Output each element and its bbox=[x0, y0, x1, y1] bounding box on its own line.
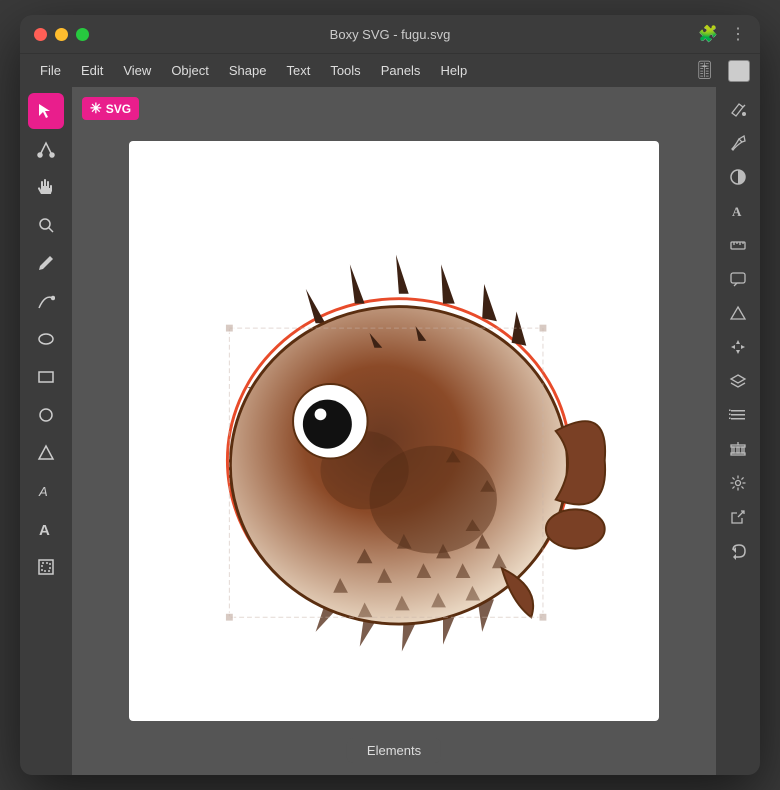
zoom-tool[interactable] bbox=[28, 207, 64, 243]
menu-shape[interactable]: Shape bbox=[219, 59, 277, 82]
extensions-icon[interactable]: 🧩 bbox=[698, 24, 718, 44]
undo-tool[interactable] bbox=[722, 535, 754, 567]
menu-edit[interactable]: Edit bbox=[71, 59, 113, 82]
triangle-tool[interactable] bbox=[28, 435, 64, 471]
menubar: File Edit View Object Shape Text Tools P… bbox=[20, 53, 760, 87]
svg-text:A: A bbox=[732, 204, 742, 219]
text-flow-tool[interactable]: A bbox=[28, 473, 64, 509]
close-button[interactable] bbox=[34, 28, 47, 41]
main-area: A A ✳ SVG bbox=[20, 87, 760, 775]
puffer-fish-svg bbox=[149, 181, 639, 681]
app-window: Boxy SVG - fugu.svg 🧩 ⋮ File Edit View O… bbox=[20, 15, 760, 775]
export-tool[interactable] bbox=[722, 501, 754, 533]
color-swatch[interactable] bbox=[728, 60, 750, 82]
menu-help[interactable]: Help bbox=[430, 59, 477, 82]
minimize-button[interactable] bbox=[55, 28, 68, 41]
ellipse-tool[interactable] bbox=[28, 321, 64, 357]
asterisk-icon: ✳ bbox=[90, 100, 102, 117]
circle-tool[interactable] bbox=[28, 397, 64, 433]
select-tool[interactable] bbox=[28, 93, 64, 129]
maximize-button[interactable] bbox=[76, 28, 89, 41]
settings-tool[interactable] bbox=[722, 467, 754, 499]
text-tool[interactable]: A bbox=[28, 511, 64, 547]
left-toolbar: A A bbox=[20, 87, 72, 775]
menu-text[interactable]: Text bbox=[276, 59, 320, 82]
elements-bar[interactable]: Elements bbox=[347, 738, 441, 763]
bank-icon[interactable] bbox=[722, 433, 754, 465]
elements-label: Elements bbox=[367, 743, 421, 758]
window-title: Boxy SVG - fugu.svg bbox=[330, 27, 451, 42]
menubar-right: 🎚 bbox=[689, 58, 750, 83]
frame-tool[interactable] bbox=[28, 549, 64, 585]
menu-file[interactable]: File bbox=[30, 59, 71, 82]
comment-tool[interactable] bbox=[722, 263, 754, 295]
paint-bucket-tool[interactable] bbox=[722, 93, 754, 125]
right-toolbar: A bbox=[716, 87, 760, 775]
traffic-lights bbox=[34, 28, 89, 41]
hand-tool[interactable] bbox=[28, 169, 64, 205]
layers-tool[interactable] bbox=[722, 365, 754, 397]
svg-tag-badge: ✳ SVG bbox=[82, 97, 139, 120]
list-tool[interactable] bbox=[722, 399, 754, 431]
contrast-icon[interactable] bbox=[722, 161, 754, 193]
svg-text:A: A bbox=[39, 522, 50, 538]
rectangle-tool[interactable] bbox=[28, 359, 64, 395]
canvas-container[interactable] bbox=[129, 141, 659, 721]
menu-tools[interactable]: Tools bbox=[320, 59, 370, 82]
titlebar: Boxy SVG - fugu.svg 🧩 ⋮ bbox=[20, 15, 760, 53]
more-icon[interactable]: ⋮ bbox=[730, 24, 746, 44]
move-tool[interactable] bbox=[722, 331, 754, 363]
pencil-tool[interactable] bbox=[28, 245, 64, 281]
ruler-tool[interactable] bbox=[722, 229, 754, 261]
node-tool[interactable] bbox=[28, 131, 64, 167]
canvas-area[interactable]: ✳ SVG bbox=[72, 87, 716, 775]
titlebar-right: 🧩 ⋮ bbox=[698, 24, 746, 44]
brush-tool[interactable] bbox=[722, 127, 754, 159]
sliders-icon[interactable]: 🎚 bbox=[689, 58, 720, 83]
typography-tool[interactable]: A bbox=[722, 195, 754, 227]
pen-tool[interactable] bbox=[28, 283, 64, 319]
menu-object[interactable]: Object bbox=[161, 59, 219, 82]
menu-view[interactable]: View bbox=[113, 59, 161, 82]
menu-panels[interactable]: Panels bbox=[371, 59, 431, 82]
svg-tag-label: SVG bbox=[106, 102, 131, 116]
svg-text:A: A bbox=[38, 484, 48, 499]
triangle-panel-tool[interactable] bbox=[722, 297, 754, 329]
